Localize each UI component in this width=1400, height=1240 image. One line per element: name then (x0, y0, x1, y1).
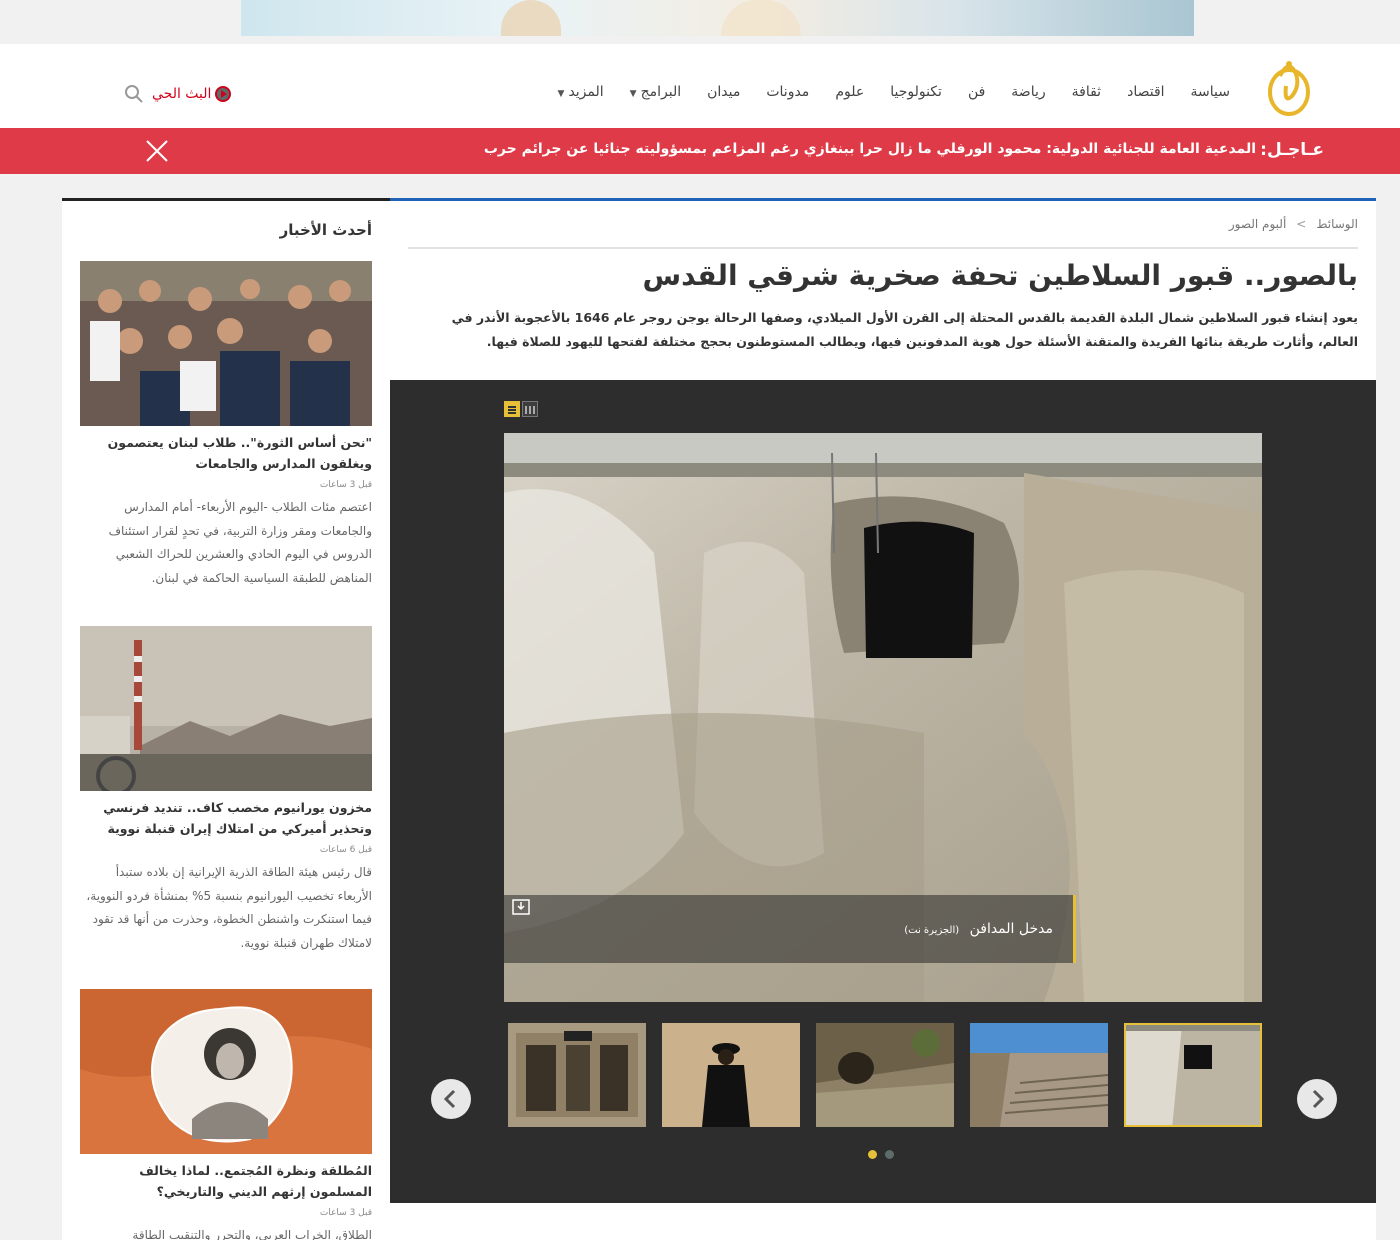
article-title: بالصور.. قبور السلاطين تحفة صخرية شرقي ا… (642, 259, 1358, 292)
photo-caption-box: مدخل المدافن (الجزيرة نت) (504, 895, 1076, 963)
nav-science[interactable]: علوم (835, 84, 864, 100)
photo-gallery: مدخل المدافن (الجزيرة نت) (390, 380, 1376, 1203)
nav-sports[interactable]: رياضة (1011, 84, 1045, 100)
news-card-time: قبل 6 ساعات (319, 845, 372, 855)
news-card-title[interactable]: المُطلقة ونظرة المُجتمع.. لماذا يخالف ال… (80, 1160, 372, 1202)
breadcrumb-photo-album[interactable]: ألبوم الصور (1229, 217, 1286, 231)
close-icon[interactable] (144, 138, 170, 164)
view-toggle (504, 401, 538, 417)
sidebar-heading: أحدث الأخبار (279, 221, 372, 239)
news-card-image[interactable] (80, 626, 372, 791)
nav-more-label: المزيد (568, 84, 604, 100)
divider (408, 247, 1358, 249)
thumbnail-strip (508, 1023, 1262, 1127)
nav-culture[interactable]: ثقافة (1072, 84, 1101, 100)
caption-text: مدخل المدافن (969, 921, 1053, 937)
latest-news-sidebar: أحدث الأخبار "نحن أساس الثورة".. طلاب لب… (62, 198, 390, 1240)
ad-image[interactable] (241, 0, 1194, 36)
news-card-excerpt: اعتصم مئات الطلاب -اليوم الأربعاء- أمام … (108, 500, 372, 585)
thumb-stone-steps[interactable] (970, 1023, 1108, 1127)
news-card-excerpt: الطلاق، الخراب العربي، والتحرر والتنقيب … (132, 1228, 372, 1240)
chevron-down-icon: ▼ (557, 89, 565, 99)
grid-view-icon[interactable] (522, 401, 538, 417)
news-card-excerpt: قال رئيس هيئة الطاقة الذرية الإيرانية إن… (86, 865, 372, 950)
nav-technology[interactable]: تكنولوجيا (890, 84, 942, 100)
play-circle-icon (215, 86, 232, 102)
news-card-title[interactable]: مخزون يورانيوم مخصب كاف.. تنديد فرنسي وت… (80, 797, 372, 839)
nav-blogs[interactable]: مدونات (766, 84, 809, 100)
nav-midan[interactable]: ميدان (707, 84, 740, 100)
site-header: سياسة اقتصاد ثقافة رياضة فن تكنولوجيا عل… (0, 44, 1400, 128)
breaking-headline[interactable]: المدعية العامة للجنائية الدولية: محمود ا… (484, 141, 1256, 157)
breadcrumb-media[interactable]: الوسائط (1316, 217, 1358, 231)
nav-economy[interactable]: اقتصاد (1127, 84, 1164, 100)
page-dot[interactable] (885, 1150, 894, 1159)
nav-programs-dropdown[interactable]: البرامج▼ (630, 84, 681, 100)
prev-arrow[interactable] (431, 1079, 471, 1119)
news-card[interactable]: "نحن أساس الثورة".. طلاب لبنان يعتصمون و… (80, 261, 372, 590)
gallery-pagination (868, 1150, 894, 1159)
news-card-image[interactable] (80, 989, 372, 1154)
breadcrumb: الوسائط > ألبوم الصور (1229, 217, 1358, 231)
top-ad-banner[interactable] (0, 0, 1400, 44)
chevron-left-icon (443, 1089, 456, 1109)
nav-programs-label: البرامج (640, 84, 682, 100)
nav-more-dropdown[interactable]: المزيد▼ (558, 84, 604, 100)
caption-credit: (الجزيرة نت) (904, 925, 960, 936)
breadcrumb-separator: > (1296, 217, 1307, 231)
download-icon[interactable] (512, 899, 530, 915)
news-card-time: قبل 3 ساعات (319, 1208, 372, 1218)
aljazeera-logo[interactable] (1266, 56, 1312, 118)
news-card-time: قبل 3 ساعات (319, 480, 372, 490)
thumb-cave-ruins[interactable] (816, 1023, 954, 1127)
news-card[interactable]: المُطلقة ونظرة المُجتمع.. لماذا يخالف ال… (80, 989, 372, 1240)
news-card-title[interactable]: "نحن أساس الثورة".. طلاب لبنان يعتصمون و… (80, 432, 372, 474)
search-icon[interactable] (124, 84, 144, 104)
nav-art[interactable]: فن (968, 84, 985, 100)
live-stream-link[interactable]: البث الحي (152, 86, 232, 102)
breaking-label: عـاجـل: (1260, 140, 1324, 160)
thumb-man-wall[interactable] (662, 1023, 800, 1127)
list-view-icon[interactable] (504, 401, 520, 417)
nav-politics[interactable]: سياسة (1191, 84, 1230, 100)
live-label: البث الحي (152, 86, 212, 102)
chevron-down-icon: ▼ (629, 89, 637, 99)
chevron-right-icon (1312, 1089, 1325, 1109)
page-dot-active[interactable] (868, 1150, 877, 1159)
thumb-tomb-entrance[interactable] (1124, 1023, 1262, 1127)
article-panel: الوسائط > ألبوم الصور بالصور.. قبور السل… (390, 198, 1376, 1240)
next-arrow[interactable] (1297, 1079, 1337, 1119)
photo-caption: مدخل المدافن (الجزيرة نت) (904, 921, 1053, 937)
breaking-news-bar: عـاجـل: المدعية العامة للجنائية الدولية:… (0, 128, 1400, 174)
thumb-tomb-facade[interactable] (508, 1023, 646, 1127)
news-card[interactable]: مخزون يورانيوم مخصب كاف.. تنديد فرنسي وت… (80, 626, 372, 955)
article-lead: يعود إنشاء قبور السلاطين شمال البلدة الق… (451, 310, 1358, 349)
news-card-image[interactable] (80, 261, 372, 426)
main-nav: سياسة اقتصاد ثقافة رياضة فن تكنولوجيا عل… (532, 84, 1230, 100)
